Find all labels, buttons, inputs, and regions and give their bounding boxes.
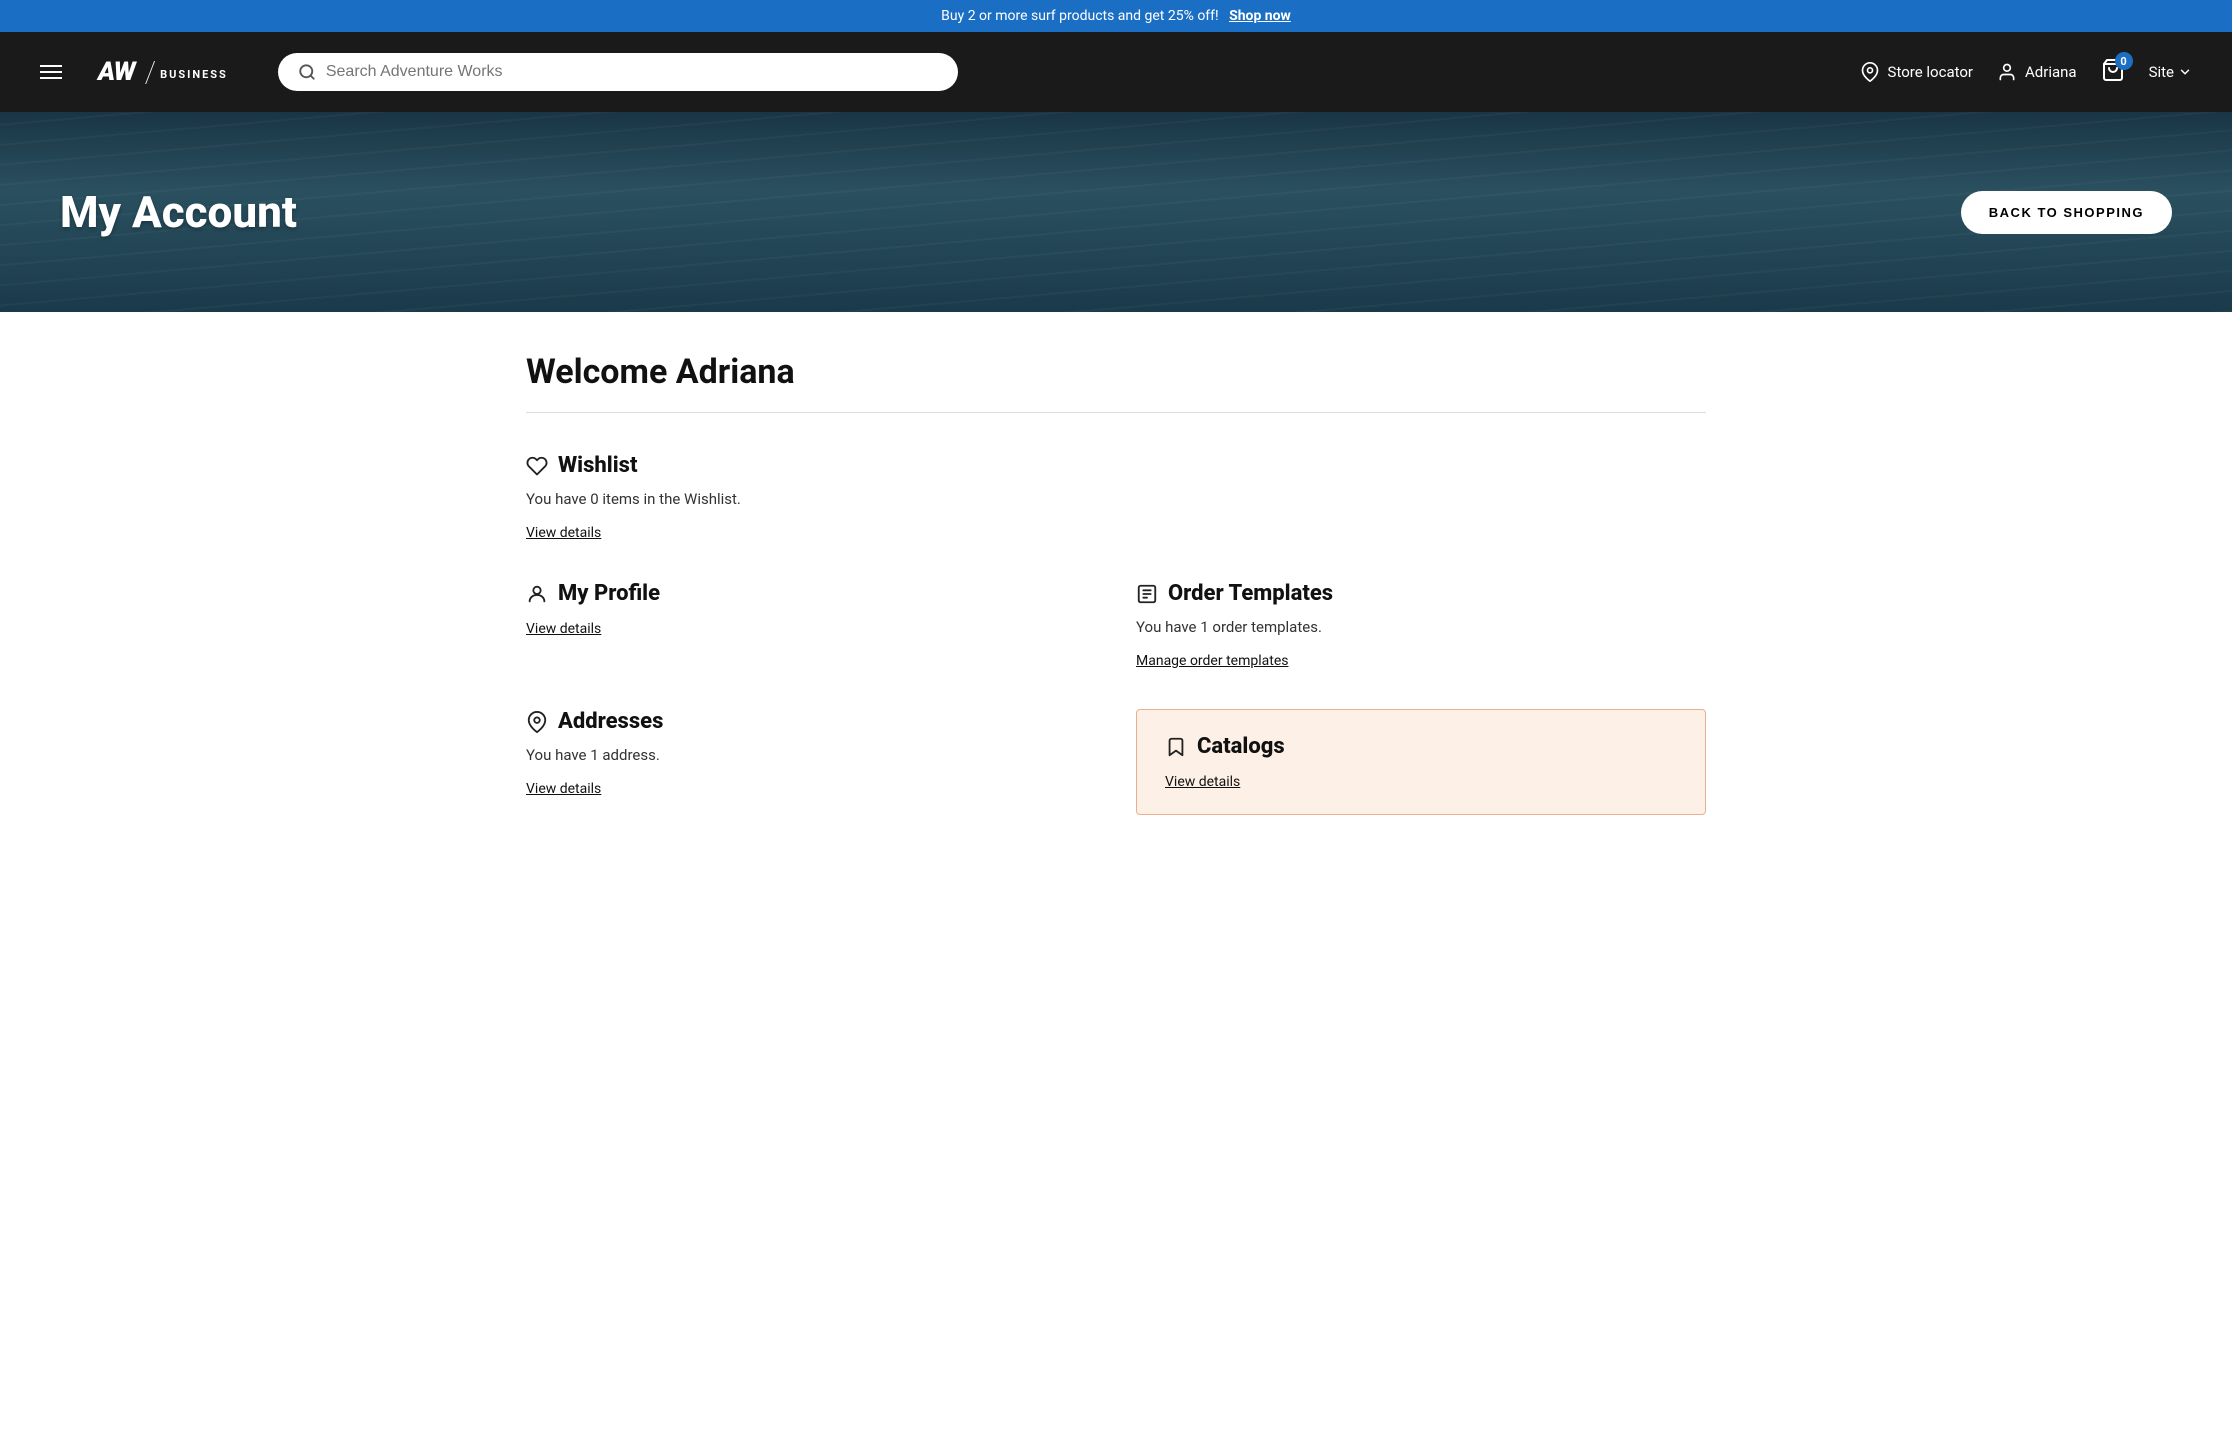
catalogs-view-details-link[interactable]: View details — [1165, 774, 1240, 790]
order-templates-header: Order Templates — [1136, 581, 1706, 606]
content-divider — [526, 412, 1706, 413]
hero-section: My Account BACK TO SHOPPING — [0, 112, 2232, 312]
logo-aw-text: AW — [98, 57, 135, 87]
user-name-label: Adriana — [2025, 63, 2077, 81]
my-profile-header: My Profile — [526, 581, 1096, 606]
catalogs-header: Catalogs — [1165, 734, 1677, 759]
wishlist-description: You have 0 items in the Wishlist. — [526, 490, 1706, 508]
search-bar — [278, 53, 958, 91]
main-content: Welcome Adriana Wishlist You have 0 item… — [466, 312, 1766, 855]
addresses-catalogs-row: Addresses You have 1 address. View detai… — [526, 709, 1706, 815]
location-pin-icon — [1860, 62, 1880, 82]
site-header: AW / BUSINESS Store locator Adriana 0 — [0, 32, 2232, 112]
addresses-icon — [526, 711, 548, 733]
my-profile-view-details-link[interactable]: View details — [526, 621, 601, 637]
wishlist-section: Wishlist You have 0 items in the Wishlis… — [526, 453, 1706, 541]
logo-slash: / — [145, 55, 156, 90]
site-label: Site — [2149, 63, 2174, 81]
heart-icon — [526, 455, 548, 477]
order-templates-icon — [1136, 583, 1158, 605]
chevron-down-icon — [2178, 65, 2192, 79]
wishlist-view-details-link[interactable]: View details — [526, 525, 601, 541]
search-icon — [298, 63, 316, 81]
promo-text: Buy 2 or more surf products and get 25% … — [941, 8, 1219, 24]
wishlist-header: Wishlist — [526, 453, 1706, 478]
account-sections: Wishlist You have 0 items in the Wishlis… — [526, 453, 1706, 815]
addresses-view-details-link[interactable]: View details — [526, 781, 601, 797]
profile-icon — [526, 583, 548, 605]
cart-count-badge: 0 — [2115, 52, 2133, 70]
order-templates-description: You have 1 order templates. — [1136, 618, 1706, 636]
promo-link[interactable]: Shop now — [1229, 8, 1291, 24]
hero-title: My Account — [0, 186, 357, 238]
search-input[interactable] — [326, 63, 938, 81]
store-locator-label: Store locator — [1888, 63, 1973, 81]
my-profile-title: My Profile — [558, 581, 660, 606]
page-footer — [0, 855, 2232, 915]
addresses-header: Addresses — [526, 709, 1096, 734]
my-profile-section: My Profile View details — [526, 581, 1096, 669]
promo-banner: Buy 2 or more surf products and get 25% … — [0, 0, 2232, 32]
welcome-heading: Welcome Adriana — [526, 352, 1706, 392]
header-actions: Store locator Adriana 0 Site — [1860, 58, 2192, 86]
hamburger-menu-icon[interactable] — [40, 65, 62, 79]
wishlist-title: Wishlist — [558, 453, 637, 478]
catalogs-icon — [1165, 736, 1187, 758]
order-templates-title: Order Templates — [1168, 581, 1333, 606]
back-to-shopping-button[interactable]: BACK TO SHOPPING — [1961, 191, 2172, 234]
profile-orders-row: My Profile View details Order Templates … — [526, 581, 1706, 669]
user-account-button[interactable]: Adriana — [1997, 62, 2077, 82]
addresses-description: You have 1 address. — [526, 746, 1096, 764]
logo-business-text: BUSINESS — [160, 68, 228, 81]
cart-button[interactable]: 0 — [2101, 58, 2125, 86]
catalogs-title: Catalogs — [1197, 734, 1285, 759]
order-templates-section: Order Templates You have 1 order templat… — [1136, 581, 1706, 669]
store-locator-button[interactable]: Store locator — [1860, 62, 1973, 82]
order-templates-manage-link[interactable]: Manage order templates — [1136, 653, 1288, 669]
user-icon — [1997, 62, 2017, 82]
catalogs-section: Catalogs View details — [1136, 709, 1706, 815]
site-selector-button[interactable]: Site — [2149, 63, 2192, 81]
addresses-section: Addresses You have 1 address. View detai… — [526, 709, 1096, 815]
site-logo[interactable]: AW / BUSINESS — [98, 55, 228, 90]
addresses-title: Addresses — [558, 709, 663, 734]
